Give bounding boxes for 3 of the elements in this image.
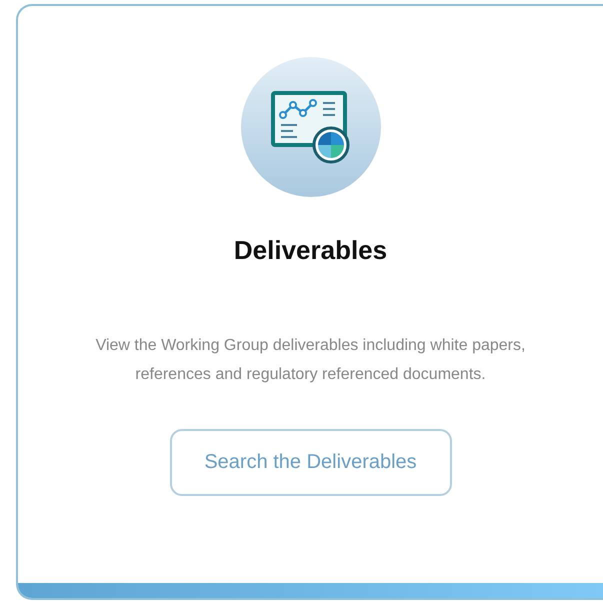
card-description: View the Working Group deliverables including white papers, references and regulatory referenced documents. <box>94 336 526 384</box>
card-title: Deliverables <box>234 235 388 265</box>
search-button[interactable]: Search the Deliverables <box>170 429 452 496</box>
